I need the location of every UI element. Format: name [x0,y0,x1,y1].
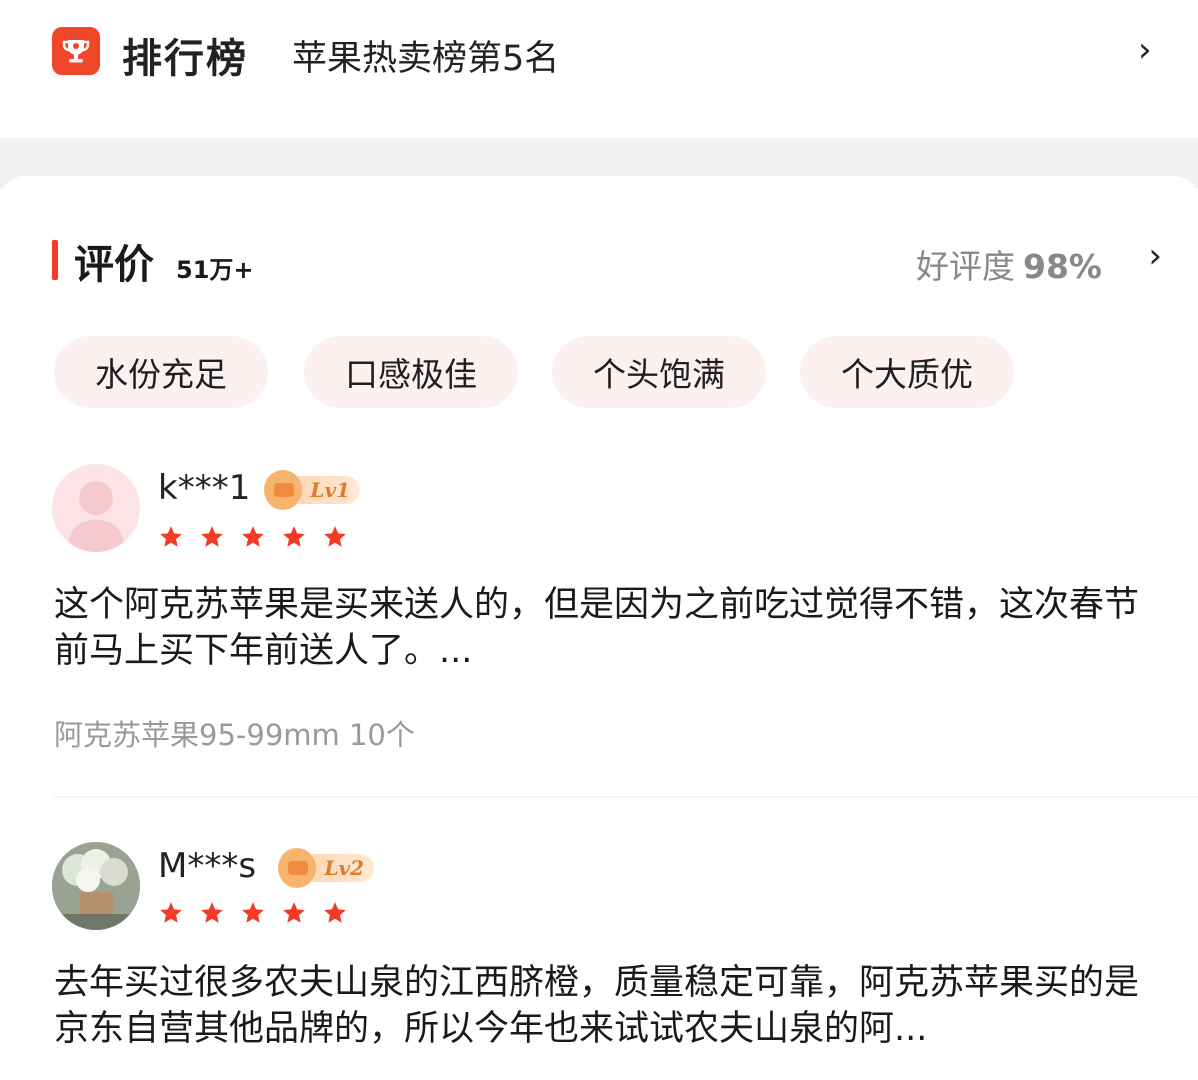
star-icon [160,526,182,547]
tag-chip[interactable]: 口感极佳 [304,336,518,408]
chevron-right-icon[interactable]: › [1148,236,1162,276]
avatar [52,464,140,552]
review-tags: 水份充足 口感极佳 个头饱满 个大质优 [54,336,1154,408]
star-icon [160,902,182,923]
star-icon [324,902,346,923]
ranking-logo-text: 排行榜 [122,36,248,82]
level-text: Lv1 [298,476,360,504]
star-icon [242,902,264,923]
reviews-header[interactable]: 评价 51万+ 好评度 98% › [52,232,1162,288]
star-icon [242,526,264,547]
review-text: 这个阿克苏苹果是买来送人的，但是因为之前吃过觉得不错，这次春节前马上买下年前送人… [54,585,1140,671]
review-text: 去年买过很多农夫山泉的江西脐橙，质量稳定可靠，阿克苏苹果买的是京东自营其他品牌的… [54,963,1140,1049]
positive-rating: 好评度 98% [916,240,1102,288]
accent-bar [52,240,58,280]
ranking-text: 苹果热卖榜第5名 [292,39,560,79]
star-icon [324,526,346,547]
username: M***s [158,846,257,886]
avatar [52,842,140,930]
trophy-icon [52,27,100,75]
tag-chip[interactable]: 个大质优 [800,336,1014,408]
level-badge: Lv2 [278,848,374,888]
rating-label: 好评度 [916,247,1015,286]
section-title: 评价 [74,242,154,288]
star-rating [158,524,363,550]
star-icon [283,902,305,923]
star-icon [283,526,305,547]
star-rating [158,900,363,926]
star-icon [201,526,223,547]
username: k***1 [158,468,251,508]
rating-value: 98% [1023,247,1102,286]
review-divider [54,796,1198,798]
ranking-bar[interactable]: 排行榜 苹果热卖榜第5名 › [0,0,1198,138]
level-badge: Lv1 [264,470,360,510]
product-spec: 阿克苏苹果95-99mm 10个 [54,718,415,752]
level-hat-icon [264,470,303,510]
chevron-right-icon[interactable]: › [1138,30,1152,70]
star-icon [201,902,223,923]
tag-chip[interactable]: 个头饱满 [552,336,766,408]
level-hat-icon [278,848,317,888]
tag-chip[interactable]: 水份充足 [54,336,268,408]
level-text: Lv2 [312,854,374,882]
review-count: 51万+ [176,256,254,284]
